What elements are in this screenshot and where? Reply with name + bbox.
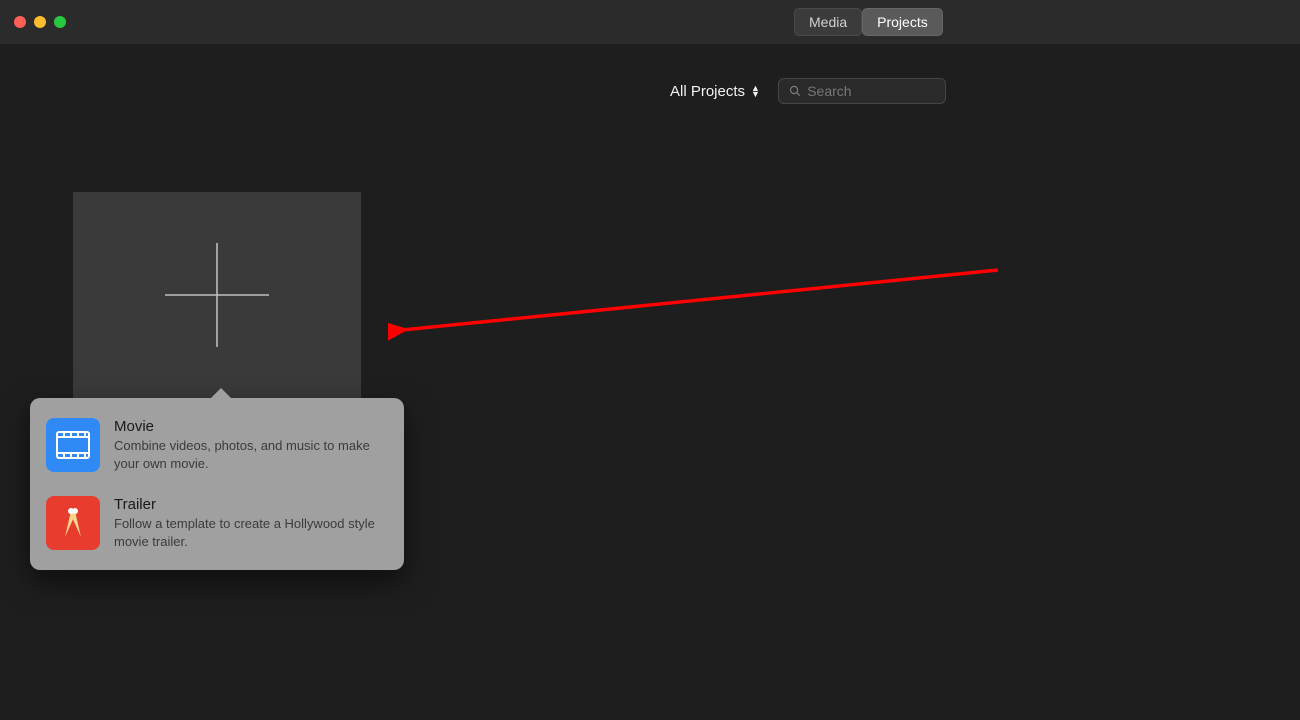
minimize-window-button[interactable] xyxy=(34,16,46,28)
projects-filter-dropdown[interactable]: All Projects ▲▼ xyxy=(670,83,760,100)
popover-item-desc: Follow a template to create a Hollywood … xyxy=(114,515,384,550)
projects-toolbar: All Projects ▲▼ xyxy=(0,78,1300,104)
tab-projects[interactable]: Projects xyxy=(862,8,943,36)
new-project-tile[interactable] xyxy=(73,192,361,398)
chevron-updown-icon: ▲▼ xyxy=(751,85,760,97)
trailer-icon xyxy=(46,496,100,550)
titlebar: Media Projects xyxy=(0,0,1300,44)
tab-media[interactable]: Media xyxy=(794,8,862,36)
search-icon xyxy=(789,84,801,98)
popover-item-trailer[interactable]: Trailer Follow a template to create a Ho… xyxy=(44,492,386,554)
search-field[interactable] xyxy=(778,78,946,104)
popover-item-title: Movie xyxy=(114,418,384,435)
annotation-arrow xyxy=(388,262,1008,342)
maximize-window-button[interactable] xyxy=(54,16,66,28)
search-input[interactable] xyxy=(807,83,935,99)
new-project-popover: Movie Combine videos, photos, and music … xyxy=(30,398,404,570)
movie-icon xyxy=(46,418,100,472)
close-window-button[interactable] xyxy=(14,16,26,28)
popover-item-desc: Combine videos, photos, and music to mak… xyxy=(114,437,384,472)
popover-item-text: Movie Combine videos, photos, and music … xyxy=(114,418,384,472)
projects-filter-label: All Projects xyxy=(670,83,745,100)
view-tabs: Media Projects xyxy=(794,8,943,36)
popover-item-text: Trailer Follow a template to create a Ho… xyxy=(114,496,384,550)
popover-item-movie[interactable]: Movie Combine videos, photos, and music … xyxy=(44,414,386,476)
plus-icon xyxy=(165,243,269,347)
popover-item-title: Trailer xyxy=(114,496,384,513)
window-controls xyxy=(14,16,66,28)
